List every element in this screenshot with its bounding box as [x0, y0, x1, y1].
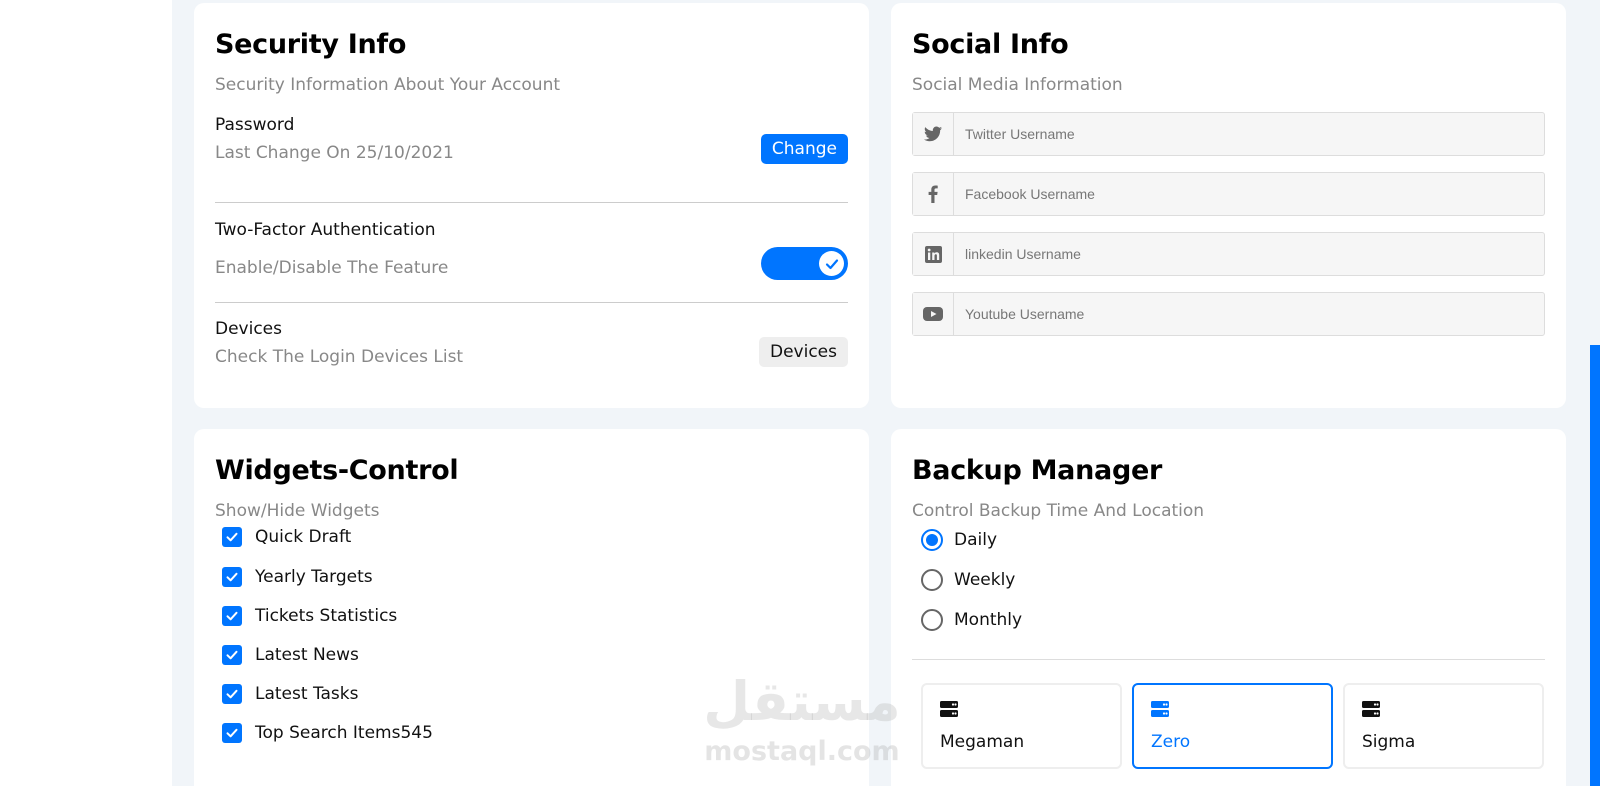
scrollbar-track[interactable] — [1590, 0, 1600, 786]
left-sidebar — [0, 0, 172, 786]
backup-title: Backup Manager — [912, 455, 1162, 486]
check-icon — [226, 728, 238, 738]
youtube-field-row — [912, 292, 1545, 336]
check-icon — [226, 572, 238, 582]
widget-option-latest-news[interactable]: Latest News — [222, 645, 359, 665]
radio-unselected[interactable] — [921, 569, 943, 591]
two-factor-label: Two-Factor Authentication — [215, 220, 436, 240]
server-name: Sigma — [1362, 732, 1416, 752]
security-info-card: Security Info Security Information About… — [194, 3, 869, 408]
widgets-subtitle: Show/Hide Widgets — [215, 501, 380, 521]
radio-unselected[interactable] — [921, 609, 943, 631]
social-title: Social Info — [912, 29, 1069, 60]
linkedin-field-row — [912, 232, 1545, 276]
security-title: Security Info — [215, 29, 407, 60]
checkbox-checked[interactable] — [222, 645, 242, 665]
widget-option-top-search-items[interactable]: Top Search Items545 — [222, 723, 433, 743]
change-password-button[interactable]: Change — [760, 134, 848, 164]
widget-option-label: Latest Tasks — [255, 684, 359, 704]
widget-option-label: Latest News — [255, 645, 359, 665]
check-icon — [226, 532, 238, 542]
widgets-control-card: Widgets-Control Show/Hide Widgets Quick … — [194, 429, 869, 786]
twitter-field-row — [912, 112, 1545, 156]
radio-selected[interactable] — [921, 529, 943, 551]
social-subtitle: Social Media Information — [912, 75, 1123, 95]
password-row: Password Last Change On 25/10/2021 Chang… — [215, 115, 848, 203]
devices-row: Devices Check The Login Devices List Dev… — [215, 319, 848, 379]
backup-manager-card: Backup Manager Control Backup Time And L… — [891, 429, 1566, 786]
backup-option-weekly[interactable]: Weekly — [912, 569, 1015, 591]
widget-option-tickets-statistics[interactable]: Tickets Statistics — [222, 606, 397, 626]
security-subtitle: Security Information About Your Account — [215, 75, 561, 95]
checkbox-checked[interactable] — [222, 567, 242, 587]
devices-button[interactable]: Devices — [759, 337, 848, 367]
check-icon — [226, 611, 238, 621]
widget-option-quick-draft[interactable]: Quick Draft — [222, 527, 351, 547]
password-last-change: Last Change On 25/10/2021 — [215, 143, 454, 163]
server-option-megaman[interactable]: Megaman — [921, 683, 1122, 769]
facebook-icon — [913, 173, 954, 215]
check-icon — [226, 689, 238, 699]
widget-option-label: Tickets Statistics — [255, 606, 398, 626]
server-icon — [940, 701, 958, 717]
check-icon — [226, 650, 238, 660]
backup-option-monthly[interactable]: Monthly — [912, 609, 1022, 631]
server-name: Zero — [1151, 732, 1191, 752]
widget-option-label: Yearly Targets — [255, 567, 373, 587]
server-icon — [1362, 701, 1380, 717]
social-info-card: Social Info Social Media Information — [891, 3, 1566, 408]
checkbox-checked[interactable] — [222, 723, 242, 743]
widget-option-label: Quick Draft — [255, 527, 352, 547]
checkbox-checked[interactable] — [222, 684, 242, 704]
backup-option-label: Daily — [954, 530, 998, 550]
widget-option-latest-tasks[interactable]: Latest Tasks — [222, 684, 359, 704]
twitter-input[interactable] — [954, 113, 1544, 155]
youtube-input[interactable] — [954, 293, 1544, 335]
backup-option-label: Weekly — [954, 570, 1016, 590]
server-option-zero[interactable]: Zero — [1132, 683, 1333, 769]
widget-option-label: Top Search Items545 — [255, 723, 433, 743]
twitter-icon — [913, 113, 954, 155]
backup-option-label: Monthly — [954, 610, 1023, 630]
devices-desc: Check The Login Devices List — [215, 347, 464, 367]
widget-option-yearly-targets[interactable]: Yearly Targets — [222, 567, 373, 587]
two-factor-toggle[interactable] — [761, 247, 848, 280]
linkedin-icon — [913, 233, 954, 275]
backup-option-daily[interactable]: Daily — [912, 529, 997, 551]
backup-subtitle: Control Backup Time And Location — [912, 501, 1205, 521]
linkedin-input[interactable] — [954, 233, 1544, 275]
password-label: Password — [215, 115, 295, 135]
two-factor-desc: Enable/Disable The Feature — [215, 258, 449, 278]
facebook-input[interactable] — [954, 173, 1544, 215]
youtube-icon — [913, 293, 954, 335]
two-factor-row: Two-Factor Authentication Enable/Disable… — [215, 220, 848, 303]
server-name: Megaman — [940, 732, 1025, 752]
server-icon — [1151, 701, 1169, 717]
widgets-title: Widgets-Control — [215, 455, 459, 486]
server-option-sigma[interactable]: Sigma — [1343, 683, 1544, 769]
devices-label: Devices — [215, 319, 282, 339]
facebook-field-row — [912, 172, 1545, 216]
checkbox-checked[interactable] — [222, 527, 242, 547]
scrollbar-thumb[interactable] — [1590, 345, 1600, 786]
divider — [912, 659, 1545, 660]
toggle-knob — [819, 251, 844, 276]
check-icon — [825, 258, 838, 269]
checkbox-checked[interactable] — [222, 606, 242, 626]
